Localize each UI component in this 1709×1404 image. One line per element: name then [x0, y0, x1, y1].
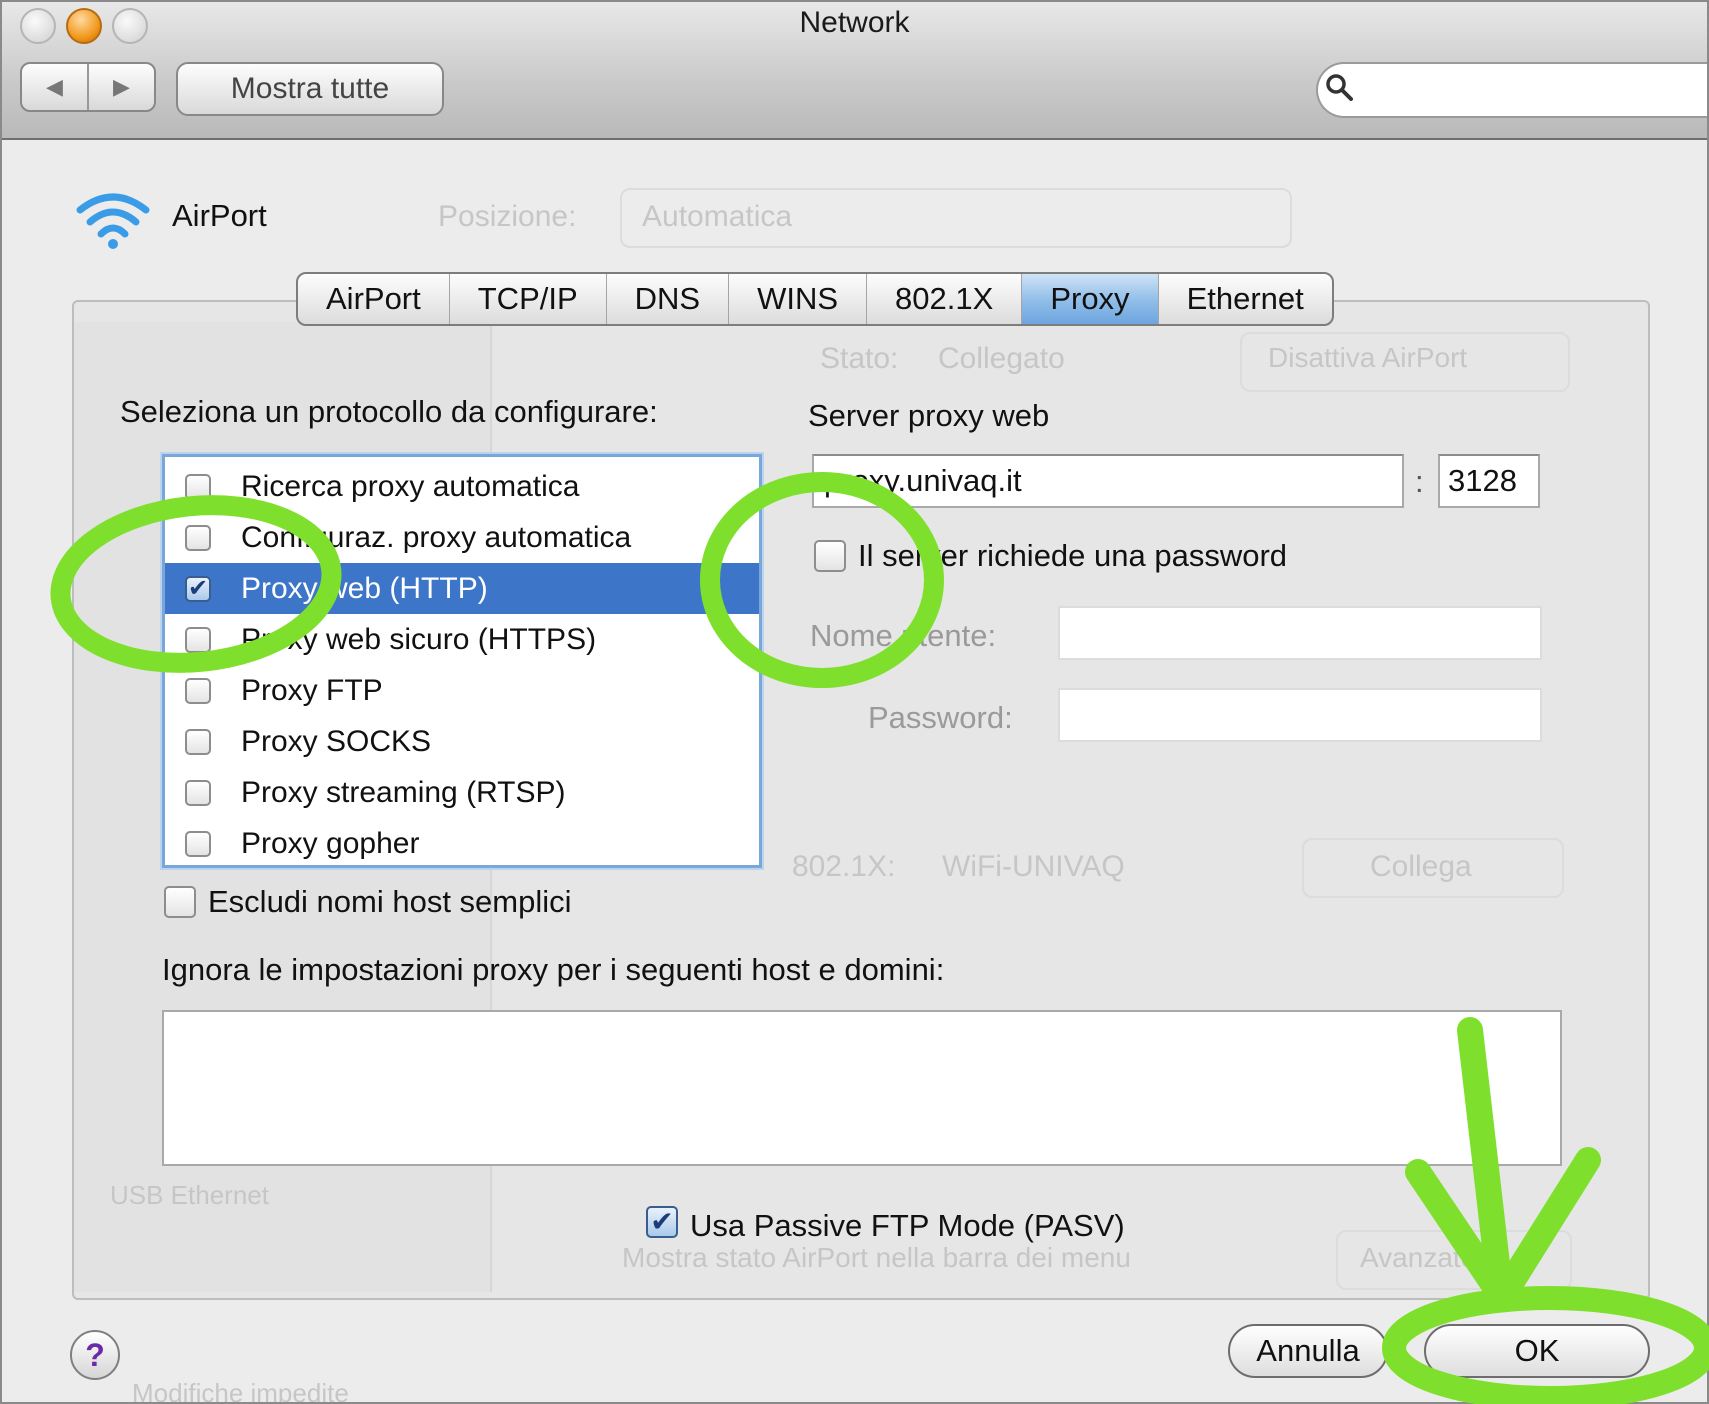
exclude-simple-hosts-label: Escludi nomi host semplici — [208, 884, 572, 919]
protocol-label: Proxy gopher — [241, 826, 420, 860]
protocol-item-auto-config[interactable]: Configuraz. proxy automatica — [165, 512, 759, 563]
location-value: Automatica — [642, 200, 793, 233]
bypass-label: Ignora le impostazioni proxy per i segue… — [162, 952, 945, 987]
protocol-item-web-http[interactable]: ✔ Proxy web (HTTP) — [165, 563, 759, 614]
network-preferences-window: Network ◀ ▶ Mostra tutte Posizione: Auto… — [0, 0, 1709, 1404]
protocol-label: Ricerca proxy automatica — [241, 469, 580, 503]
turn-off-airport-label: Disattiva AirPort — [1268, 342, 1468, 373]
proxy-port-field[interactable]: 3128 — [1438, 454, 1540, 508]
location-label: Posizione: — [438, 200, 577, 233]
protocol-item-socks[interactable]: Proxy SOCKS — [165, 716, 759, 767]
tab-tcpip[interactable]: TCP/IP — [450, 274, 607, 324]
search-icon — [1326, 74, 1353, 101]
tab-dns[interactable]: DNS — [607, 274, 730, 324]
service-name: AirPort — [172, 198, 267, 233]
protocol-item-ftp[interactable]: Proxy FTP — [165, 665, 759, 716]
checkbox[interactable] — [185, 524, 211, 551]
protocol-label: Proxy streaming (RTSP) — [241, 775, 566, 809]
username-label: Nome utente: — [810, 618, 997, 653]
protocol-label: Proxy SOCKS — [241, 724, 432, 758]
bypass-textarea[interactable] — [162, 1010, 1562, 1166]
title-bar: Network ◀ ▶ Mostra tutte — [2, 2, 1707, 140]
checkbox[interactable] — [185, 677, 211, 704]
tab-ethernet[interactable]: Ethernet — [1159, 274, 1332, 324]
tab-proxy[interactable]: Proxy — [1022, 274, 1159, 324]
checkbox[interactable] — [185, 779, 211, 806]
protocol-item-web-https[interactable]: Proxy web sicuro (HTTPS) — [165, 614, 759, 665]
checkbox[interactable] — [814, 540, 846, 572]
wifi-icon — [76, 193, 150, 249]
protocol-label: Proxy web (HTTP) — [241, 571, 488, 605]
show-all-button[interactable]: Mostra tutte — [176, 62, 444, 116]
advanced-label: Avanzate — [1360, 1242, 1477, 1273]
tab-8021x[interactable]: 802.1X — [867, 274, 1023, 324]
requires-password-label: Il server richiede una password — [858, 538, 1288, 573]
password-label: Password: — [868, 700, 1013, 735]
checkbox[interactable] — [185, 728, 211, 755]
requires-password-checkbox[interactable] — [814, 540, 846, 572]
cancel-button[interactable]: Annulla — [1228, 1324, 1388, 1378]
port-separator: : — [1415, 464, 1424, 499]
protocol-item-auto-discovery[interactable]: Ricerca proxy automatica — [165, 461, 759, 512]
status-label: Stato: — [820, 342, 899, 375]
help-button[interactable]: ? — [70, 1330, 120, 1380]
sidebar-item-usb-ethernet: USB Ethernet — [110, 1180, 269, 1210]
protocol-item-gopher[interactable]: Proxy gopher — [165, 818, 759, 869]
network-label: 802.1X: — [792, 850, 896, 883]
proxy-server-heading: Server proxy web — [808, 398, 1050, 433]
checkbox[interactable] — [185, 830, 211, 857]
checkbox[interactable] — [185, 473, 211, 500]
username-field[interactable] — [1058, 606, 1542, 660]
checkbox-checked[interactable]: ✔ — [185, 575, 211, 602]
protocol-label: Proxy web sicuro (HTTPS) — [241, 622, 597, 656]
tab-airport[interactable]: AirPort — [298, 274, 450, 324]
password-field[interactable] — [1058, 688, 1542, 742]
window-title: Network — [799, 6, 910, 39]
protocol-list: Ricerca proxy automatica Configuraz. pro… — [162, 454, 762, 868]
checkbox[interactable] — [185, 626, 211, 653]
protocol-label: Configuraz. proxy automatica — [241, 520, 632, 554]
checkbox-checked[interactable]: ✔ — [646, 1206, 678, 1238]
tab-wins[interactable]: WINS — [729, 274, 868, 324]
back-button[interactable]: ◀ — [22, 64, 87, 110]
network-value: WiFi-UNIVAQ — [942, 850, 1125, 883]
checkbox[interactable] — [164, 886, 196, 918]
passive-ftp-label: Usa Passive FTP Mode (PASV) — [690, 1208, 1125, 1243]
forward-button[interactable]: ▶ — [87, 64, 154, 110]
lock-text: Modifiche impedite — [132, 1378, 349, 1404]
show-status-text: Mostra stato AirPort nella barra dei men… — [622, 1242, 1131, 1273]
proxy-host-field[interactable]: proxy.univaq.it — [812, 454, 1404, 508]
protocol-item-rtsp[interactable]: Proxy streaming (RTSP) — [165, 767, 759, 818]
back-forward-control: ◀ ▶ — [20, 62, 156, 112]
passive-ftp-checkbox[interactable]: ✔ — [646, 1206, 678, 1238]
protocol-label: Proxy FTP — [241, 673, 383, 707]
protocol-list-heading: Seleziona un protocollo da configurare: — [120, 394, 658, 429]
ok-button[interactable]: OK — [1424, 1324, 1650, 1378]
status-value: Collegato — [938, 342, 1065, 375]
connect-label: Collega — [1370, 850, 1472, 883]
tab-bar: AirPort TCP/IP DNS WINS 802.1X Proxy Eth… — [296, 272, 1334, 326]
search-input[interactable] — [1316, 62, 1707, 118]
exclude-simple-hosts-checkbox[interactable] — [164, 886, 196, 918]
